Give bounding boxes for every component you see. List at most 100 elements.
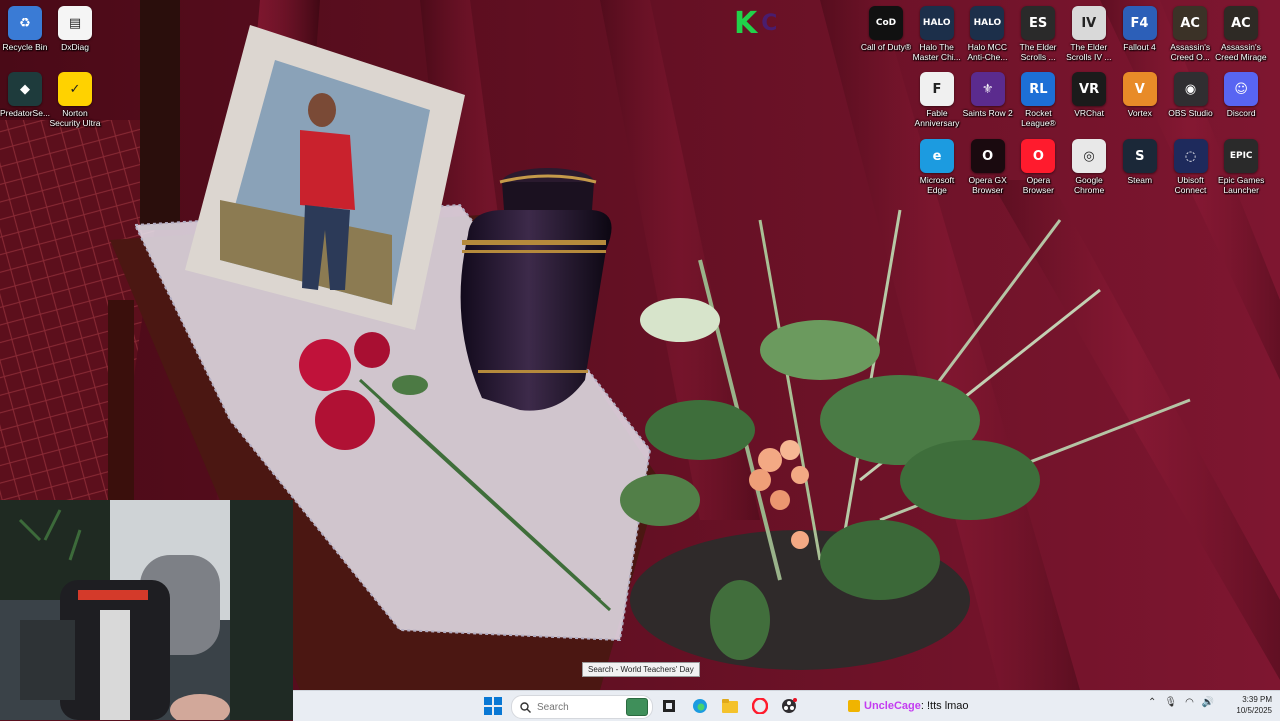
- desktop-icon-rocket-league[interactable]: RL Rocket League®: [1013, 72, 1063, 134]
- desktop-icon-fable[interactable]: F Fable Anniversary: [912, 72, 962, 134]
- start-button[interactable]: [484, 697, 502, 715]
- obs-icon: ◉: [1173, 72, 1208, 106]
- obs-icon: [782, 698, 797, 713]
- microphone-icon[interactable]: 🎙: [1164, 697, 1177, 708]
- desktop-icon-halo-mcc[interactable]: HALO Halo The Master Chi...: [912, 6, 962, 68]
- norton-icon: ✓: [58, 72, 92, 106]
- search-tooltip: Search - World Teachers' Day: [582, 662, 700, 677]
- desktop-icon-label: Assassin's Creed Mirage: [1215, 42, 1267, 62]
- fable-icon: F: [920, 72, 954, 106]
- desktop-icon-opera-gx[interactable]: O Opera GX Browser: [963, 139, 1013, 201]
- desktop-icon-steam[interactable]: S Steam: [1115, 139, 1165, 201]
- chevron-up-icon[interactable]: ⌃: [1148, 697, 1156, 708]
- document-icon: ▤: [58, 6, 92, 40]
- volume-icon[interactable]: 🔊: [1202, 697, 1214, 708]
- desktop-icon-assassins-creed-origins[interactable]: AC Assassin's Creed O...: [1165, 6, 1215, 68]
- desktop-icon-vrchat[interactable]: VR VRChat: [1064, 72, 1114, 134]
- overlay-k-letter: K: [734, 5, 758, 41]
- desktop-icon-norton[interactable]: ✓ Norton Security Ultra: [49, 72, 101, 134]
- opera-icon: [752, 698, 768, 714]
- webcam-overlay: [0, 500, 293, 720]
- taskbar-file-explorer[interactable]: [720, 696, 740, 716]
- taskbar-opera[interactable]: [750, 696, 770, 716]
- clock-time: 3:39 PM: [1242, 695, 1272, 704]
- desktop-icon-label: Saints Row 2: [962, 108, 1013, 118]
- desktop-icon-opera[interactable]: O Opera Browser: [1013, 139, 1063, 201]
- chat-badge-icon: [848, 700, 860, 712]
- desktop-icon-vortex[interactable]: V Vortex: [1115, 72, 1165, 134]
- vortex-icon: V: [1122, 72, 1157, 106]
- desktop-icon-label: The Elder Scrolls ...: [1019, 42, 1057, 62]
- desktop-icon-predator[interactable]: ◆ PredatorSe...: [0, 72, 50, 134]
- steam-icon: S: [1122, 139, 1157, 173]
- rocket-league-icon: RL: [1021, 72, 1056, 106]
- elder-scrolls-icon: ES: [1021, 6, 1056, 40]
- taskbar-search-box[interactable]: [511, 695, 653, 719]
- windows-logo-icon: [484, 697, 502, 715]
- call-of-duty-icon: CoD: [869, 6, 903, 40]
- assassins-creed-mirage-icon: AC: [1223, 6, 1258, 40]
- halo-mcc-icon: HALO: [919, 6, 954, 40]
- desktop-icon-elder-scrolls[interactable]: ES The Elder Scrolls ...: [1013, 6, 1063, 68]
- desktop-icon-label: Call of Duty®: [860, 42, 912, 52]
- desktop-icon-label: Steam: [1127, 175, 1153, 185]
- desktop-icon-label: DxDiag: [61, 42, 89, 52]
- predator-icon: ◆: [8, 72, 42, 106]
- taskbar-obs[interactable]: [779, 696, 799, 716]
- system-tray: ⌃ 🎙 ◠ 🔊: [1148, 697, 1214, 708]
- desktop-icon-label: Google Chrome: [1073, 175, 1105, 195]
- desktop-icon-label: Halo The Master Chi...: [912, 42, 961, 62]
- desktop-icon-edge[interactable]: e Microsoft Edge: [912, 139, 962, 201]
- desktop-icon-label: Ubisoft Connect: [1174, 175, 1207, 195]
- wifi-icon[interactable]: ◠: [1185, 697, 1194, 708]
- desktop-icon-discord[interactable]: ☺ Discord: [1216, 72, 1266, 134]
- desktop-icon-label: Discord: [1226, 108, 1256, 118]
- halo-anticheat-icon: HALO: [970, 6, 1005, 40]
- desktop-icon-label: Rocket League®: [1021, 108, 1056, 128]
- desktop-icon-label: Microsoft Edge: [919, 175, 955, 195]
- desktop-icon-label: Halo MCC Anti-Che...: [967, 42, 1008, 62]
- desktop-icon-call-of-duty[interactable]: CoD Call of Duty®: [861, 6, 911, 68]
- desktop-icon-epic-games[interactable]: EPIC Epic Games Launcher: [1216, 139, 1266, 201]
- clock-date: 10/5/2025: [1236, 706, 1272, 715]
- opera-icon: O: [1021, 139, 1056, 173]
- desktop-icon-label: Norton Security Ultra: [49, 108, 101, 128]
- ubisoft-icon: ◌: [1173, 139, 1208, 173]
- desktop-icon-label: Vortex: [1127, 108, 1152, 118]
- edge-icon: e: [920, 139, 954, 173]
- task-view-icon: [663, 700, 675, 712]
- desktop-icon-recycle-bin[interactable]: ♻ Recycle Bin: [0, 6, 50, 68]
- search-icon: [520, 701, 531, 713]
- desktop-icon-label: Epic Games Launcher: [1218, 175, 1265, 195]
- chat-message: : !tts lmao: [920, 700, 969, 712]
- desktop-icon-chrome[interactable]: ◎ Google Chrome: [1064, 139, 1114, 201]
- opera-gx-icon: O: [970, 139, 1005, 173]
- desktop-icon-fallout[interactable]: F4 Fallout 4: [1115, 6, 1165, 68]
- recycle-bin-icon: ♻: [8, 6, 42, 40]
- chrome-icon: ◎: [1072, 139, 1107, 173]
- world-teachers-day-icon[interactable]: [626, 698, 648, 716]
- desktop-icon-label: Fallout 4: [1123, 42, 1156, 52]
- desktop-icon-ubisoft[interactable]: ◌ Ubisoft Connect: [1166, 139, 1216, 201]
- taskbar: UncleCage : !tts lmao ⌃ 🎙 ◠ 🔊 3:39 PM 10…: [293, 690, 1280, 721]
- epic-games-icon: EPIC: [1224, 139, 1259, 173]
- desktop-icon-document[interactable]: ▤ DxDiag: [50, 6, 100, 68]
- desktop-icon-label: OBS Studio: [1168, 108, 1213, 118]
- desktop-icon-oblivion[interactable]: IV The Elder Scrolls IV ...: [1064, 6, 1114, 68]
- edge-icon: [693, 699, 707, 713]
- desktop-icon-label: Fable Anniversary: [914, 108, 960, 128]
- desktop-icon-saints-row[interactable]: ⚜ Saints Row 2: [963, 72, 1013, 134]
- taskbar-edge[interactable]: [690, 696, 710, 716]
- desktop-icon-label: Recycle Bin: [2, 42, 48, 52]
- task-view-button[interactable]: [659, 696, 679, 716]
- desktop-icon-label: PredatorSe...: [0, 108, 51, 118]
- saints-row-icon: ⚜: [970, 72, 1005, 106]
- search-input[interactable]: [537, 701, 607, 713]
- desktop-icon-halo-anticheat[interactable]: HALO Halo MCC Anti-Che...: [962, 6, 1012, 68]
- desktop-icon-label: Opera GX Browser: [968, 175, 1007, 195]
- folder-icon: [722, 699, 738, 713]
- discord-icon: ☺: [1224, 72, 1259, 106]
- desktop-icon-assassins-creed-mirage[interactable]: AC Assassin's Creed Mirage: [1215, 6, 1267, 68]
- desktop-icon-obs[interactable]: ◉ OBS Studio: [1166, 72, 1216, 134]
- taskbar-clock[interactable]: 3:39 PM 10/5/2025: [1236, 694, 1272, 716]
